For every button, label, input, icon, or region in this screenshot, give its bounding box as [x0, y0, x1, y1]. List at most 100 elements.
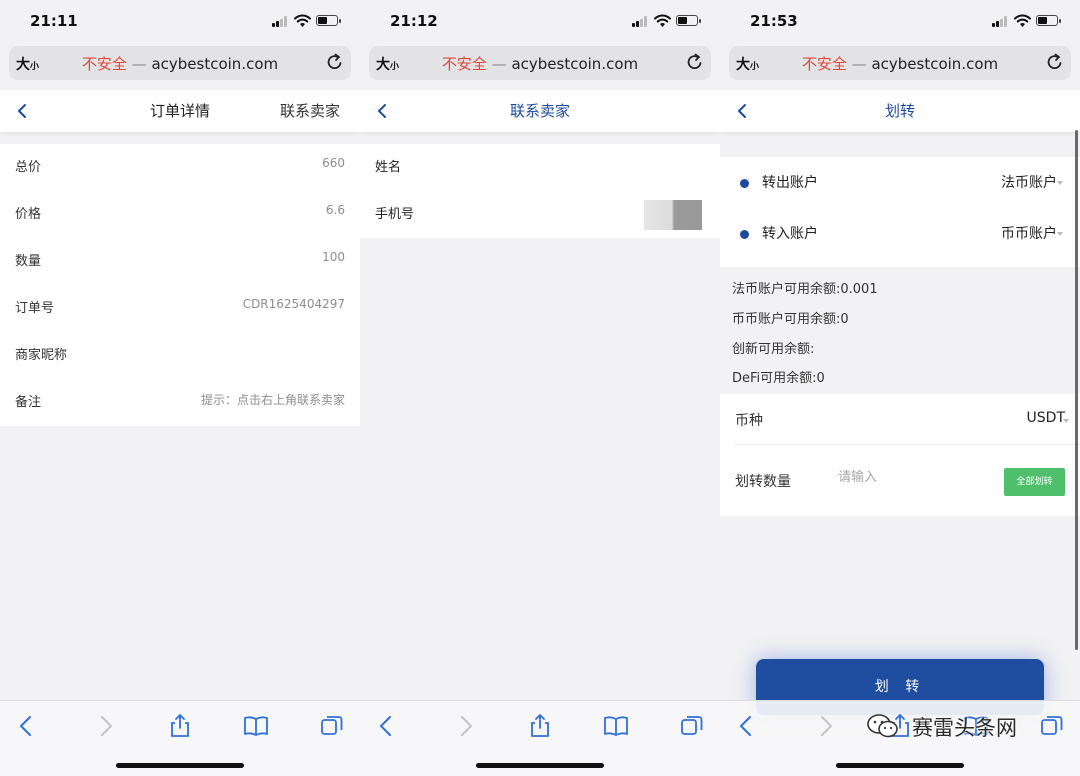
insecure-label: 不安全	[801, 55, 847, 73]
contact-seller-link[interactable]: 联系卖家	[280, 100, 340, 121]
order-row-merchant-nickname: 商家昵称	[0, 332, 360, 379]
scrollbar[interactable]	[1075, 130, 1078, 650]
status-icons	[632, 14, 702, 28]
page-header: 划转	[720, 90, 1080, 132]
seller-name-row: 姓名	[360, 144, 720, 191]
reload-icon[interactable]	[1045, 52, 1065, 72]
coin-row[interactable]: 币种 USDT	[720, 394, 1080, 445]
page-title: 划转	[884, 102, 915, 120]
balance-coin: 币币账户可用余额:0	[732, 312, 849, 327]
coin-select[interactable]: USDT	[1027, 410, 1065, 426]
row-value: 提示：点击右上角联系卖家	[200, 393, 345, 407]
wifi-icon	[294, 14, 311, 27]
from-dot-icon	[740, 179, 749, 188]
row-label: 价格	[15, 207, 42, 222]
url-domain: acybestcoin.com	[151, 55, 279, 73]
watermark-text: 赛雷头条网	[912, 716, 1017, 740]
insecure-label: 不安全	[81, 55, 127, 73]
browser-toolbar	[0, 700, 360, 776]
transfer-all-button[interactable]: 全部划转	[1004, 468, 1065, 496]
balance-fiat: 法币账户可用余额:0.001	[732, 282, 878, 297]
reload-icon[interactable]	[325, 52, 345, 72]
row-label: 数量	[15, 254, 42, 269]
home-indicator	[476, 763, 604, 768]
reload-icon[interactable]	[685, 52, 705, 72]
bookmarks-icon[interactable]	[603, 713, 629, 739]
status-icons	[992, 14, 1062, 28]
balance-defi: DeFi可用余额:0	[732, 371, 825, 386]
divider	[735, 444, 1080, 445]
url-display[interactable]: 不安全 — acybestcoin.com	[729, 53, 1071, 74]
tabs-icon[interactable]	[679, 713, 705, 739]
wifi-icon	[1014, 14, 1031, 27]
row-label: 备注	[15, 395, 42, 410]
clock: 21:12	[390, 12, 438, 30]
status-bar: 21:11	[0, 0, 360, 42]
url-separator: —	[491, 55, 507, 73]
browser-forward-icon[interactable]	[92, 713, 118, 739]
address-bar[interactable]: 大小 不安全 — acybestcoin.com	[9, 46, 351, 80]
phone-screen-order-detail: 21:11 大小 不安全 — acybestcoin.com 订单详情 联系卖家…	[0, 0, 360, 776]
caret-down-icon	[1063, 419, 1069, 423]
order-row-price: 价格 6.6	[0, 191, 360, 238]
page-header: 订单详情 联系卖家	[0, 90, 360, 132]
balance-innovation: 创新可用余额:	[732, 342, 815, 357]
home-indicator	[836, 763, 964, 768]
cellular-signal-icon	[992, 16, 1008, 27]
seller-contact-card: 姓名 手机号	[360, 144, 720, 238]
browser-back-icon[interactable]	[374, 713, 400, 739]
tabs-icon[interactable]	[1039, 713, 1065, 739]
url-separator: —	[851, 55, 867, 73]
seller-phone-row: 手机号	[360, 191, 720, 238]
page-header: 联系卖家	[360, 90, 720, 132]
browser-toolbar	[720, 700, 1080, 776]
caret-down-icon	[1057, 232, 1063, 236]
from-account-select[interactable]: 法币账户	[1001, 172, 1057, 192]
order-info-card: 总价 660 价格 6.6 数量 100 订单号 CDR1625404297 商…	[0, 144, 360, 426]
insecure-label: 不安全	[441, 55, 487, 73]
url-separator: —	[131, 55, 147, 73]
home-indicator	[116, 763, 244, 768]
status-bar: 21:53	[720, 0, 1080, 42]
row-value: CDR1625404297	[242, 297, 345, 311]
transfer-form-card: 币种 USDT 划转数量 全部划转	[720, 394, 1080, 516]
order-row-total: 总价 660	[0, 144, 360, 191]
address-bar[interactable]: 大小 不安全 — acybestcoin.com	[729, 46, 1071, 80]
battery-icon	[1036, 15, 1061, 26]
bookmarks-icon[interactable]	[243, 713, 269, 739]
status-icons	[272, 14, 342, 28]
amount-input[interactable]	[836, 469, 980, 486]
amount-label: 划转数量	[735, 474, 791, 490]
browser-forward-icon[interactable]	[452, 713, 478, 739]
wifi-icon	[654, 14, 671, 27]
phone-label: 手机号	[375, 207, 415, 222]
browser-forward-icon[interactable]	[812, 713, 838, 739]
amount-row: 划转数量 全部划转	[720, 455, 1080, 505]
order-row-quantity: 数量 100	[0, 238, 360, 285]
phone-screen-transfer: 21:53 大小 不安全 — acybestcoin.com 划转 转出账户 法…	[720, 0, 1080, 776]
url-display[interactable]: 不安全 — acybestcoin.com	[369, 53, 711, 74]
row-label: 商家昵称	[15, 348, 68, 363]
from-account-row[interactable]: 转出账户 法币账户	[720, 157, 1080, 208]
row-label: 总价	[15, 160, 42, 175]
to-account-select[interactable]: 币币账户	[1001, 223, 1057, 243]
coin-label: 币种	[735, 413, 763, 429]
cellular-signal-icon	[632, 16, 648, 27]
order-row-remark: 备注 提示：点击右上角联系卖家	[0, 379, 360, 426]
url-display[interactable]: 不安全 — acybestcoin.com	[9, 53, 351, 74]
address-bar[interactable]: 大小 不安全 — acybestcoin.com	[369, 46, 711, 80]
cellular-signal-icon	[272, 16, 288, 27]
page-title: 联系卖家	[509, 102, 570, 120]
browser-back-icon[interactable]	[734, 713, 760, 739]
share-icon[interactable]	[527, 713, 553, 739]
share-icon[interactable]	[167, 713, 193, 739]
status-bar: 21:12	[360, 0, 720, 42]
clock: 21:53	[750, 12, 798, 30]
browser-back-icon[interactable]	[14, 713, 40, 739]
to-account-row[interactable]: 转入账户 币币账户	[720, 208, 1080, 259]
tabs-icon[interactable]	[319, 713, 345, 739]
redacted-phone-number	[644, 200, 702, 230]
row-value: 6.6	[325, 203, 345, 217]
to-dot-icon	[740, 230, 749, 239]
account-select-card: 转出账户 法币账户 转入账户 币币账户	[720, 157, 1080, 267]
